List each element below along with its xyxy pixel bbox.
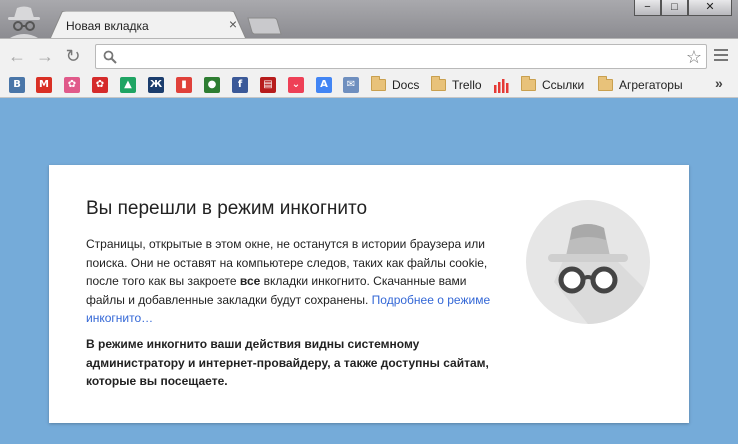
bookmark-flower[interactable]: ✿: [64, 76, 80, 94]
bookmark-google-drive[interactable]: ▲: [120, 76, 136, 94]
bookmarks-bar: B M ✿ ✿ ▲ Ж ▮ ● f ▤ ⌄ A ✉ Docs Trello Ссылки Агрегат…: [0, 72, 738, 98]
toolbar: ← → ↻ ☆: [0, 38, 738, 72]
tab-close-icon[interactable]: ×: [226, 17, 240, 31]
bookmark-green-circle[interactable]: ●: [204, 76, 220, 94]
omnibox[interactable]: ☆: [95, 44, 707, 69]
bookmark-translate[interactable]: A: [316, 76, 332, 94]
bookmark-calendar[interactable]: ▤: [260, 76, 276, 94]
back-button[interactable]: ←: [7, 46, 27, 66]
folder-icon: [431, 76, 446, 91]
google-drive-icon: ▲: [120, 77, 136, 93]
bookmark-label: Ссылки: [542, 78, 585, 92]
mail-icon: ✉: [343, 77, 359, 93]
bookmark-label: Агрегаторы: [619, 78, 683, 92]
forward-button[interactable]: →: [35, 46, 55, 66]
translate-icon: A: [316, 77, 332, 93]
bookmark-odnoklassniki[interactable]: Ж: [148, 76, 164, 94]
green-circle-icon: ●: [204, 77, 220, 93]
bookmark-star-icon[interactable]: ☆: [686, 47, 702, 67]
bookmark-vk[interactable]: B: [9, 76, 25, 94]
folder-icon: [598, 76, 613, 91]
flower-icon: ✿: [64, 77, 80, 93]
tab-title: Новая вкладка: [66, 19, 149, 33]
bookmark-folder-links[interactable]: Ссылки: [521, 76, 584, 94]
vk-icon: B: [9, 77, 25, 93]
bookmark-label: Docs: [392, 78, 420, 92]
bookmark-folder-docs[interactable]: Docs: [371, 76, 419, 94]
pocket-icon: ⌄: [288, 77, 304, 93]
description-bold: все: [239, 274, 261, 288]
minimize-button[interactable]: −: [634, 0, 661, 16]
reload-button[interactable]: ↻: [63, 46, 83, 66]
search-icon: [103, 50, 117, 64]
tab-new-tab[interactable]: Новая вкладка ×: [50, 11, 246, 39]
close-button[interactable]: ✕: [688, 0, 732, 16]
incognito-warning: В режиме инкогнито ваши действия видны с…: [86, 337, 489, 388]
trello-board-icon: ▮: [176, 77, 192, 93]
gmail-icon: M: [36, 77, 52, 93]
bookmark-facebook[interactable]: f: [232, 76, 248, 94]
bookmark-flower-red[interactable]: ✿: [92, 76, 108, 94]
page-title: Вы перешли в режим инкогнито: [86, 198, 368, 219]
bookmark-trello-board[interactable]: ▮: [176, 76, 192, 94]
bookmark-gmail[interactable]: M: [36, 76, 52, 94]
incognito-card: Вы перешли в режим инкогнито Страницы, о…: [49, 165, 689, 423]
odnoklassniki-icon: Ж: [148, 77, 164, 93]
bookmark-folder-aggregators[interactable]: Агрегаторы: [598, 76, 683, 94]
folder-icon: [371, 76, 386, 91]
folder-icon: [521, 76, 536, 91]
flower-red-icon: ✿: [92, 77, 108, 93]
facebook-icon: f: [232, 77, 248, 93]
title-bar: Новая вкладка × − □ ✕: [0, 0, 738, 39]
bookmark-label: Trello: [452, 78, 482, 92]
calendar-icon: ▤: [260, 77, 276, 93]
incognito-icon: [8, 6, 40, 38]
new-tab-button[interactable]: [246, 17, 282, 35]
bookmark-pocket[interactable]: ⌄: [288, 76, 304, 94]
incognito-description: Страницы, открытые в этом окне, не остан…: [86, 235, 496, 328]
bookmark-mail[interactable]: ✉: [343, 76, 359, 94]
menu-icon[interactable]: [714, 49, 728, 61]
bookmark-folder-trello[interactable]: Trello: [431, 76, 482, 94]
omnibox-input[interactable]: [122, 47, 682, 66]
window-controls: − □ ✕: [634, 0, 732, 16]
bar-chart-icon[interactable]: [493, 76, 509, 94]
maximize-button[interactable]: □: [661, 0, 688, 16]
incognito-spy-icon: [526, 200, 650, 324]
bookmarks-overflow-button[interactable]: »: [715, 75, 723, 91]
